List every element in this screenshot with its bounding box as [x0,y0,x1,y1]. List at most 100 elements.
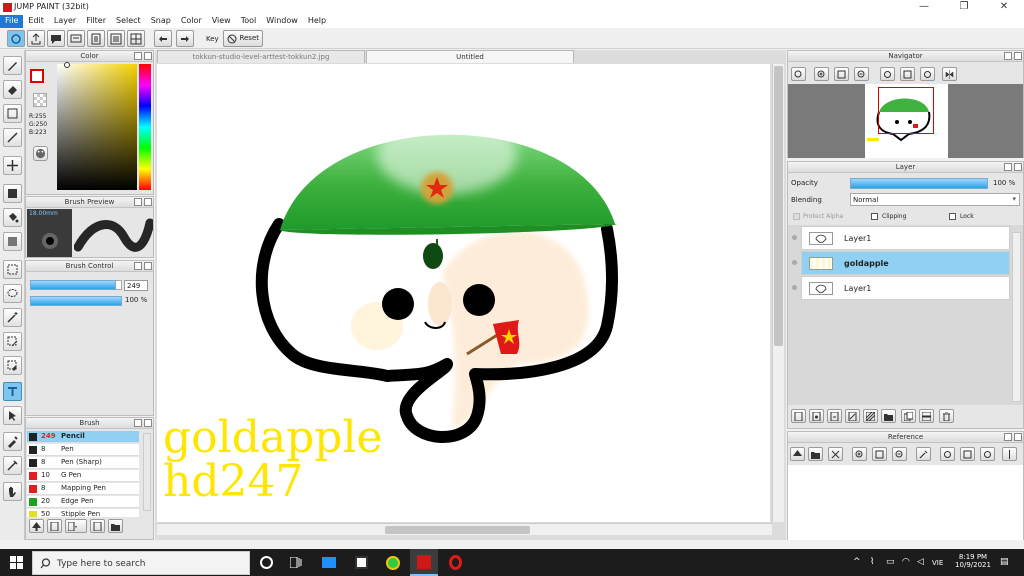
panel-close-button[interactable] [144,419,152,427]
line-tool[interactable] [3,128,22,147]
merge-layer-button[interactable] [919,409,934,423]
color-saturation-field[interactable] [57,64,137,190]
eyedropper-tool[interactable] [3,432,22,451]
tone-layer-button[interactable] [863,409,878,423]
reference-view[interactable] [788,465,1023,540]
task-view-icon[interactable] [289,556,302,569]
zoom-in-button[interactable] [814,67,829,81]
brush-item-g-pen[interactable]: 10 G Pen [27,470,139,482]
layer-visibility-toggle[interactable] [789,251,800,275]
operation-tool[interactable] [3,406,22,425]
text-tool[interactable] [3,382,22,401]
panel-float-button[interactable] [134,198,142,206]
taskbar-search-box[interactable]: Type here to search [32,551,250,575]
move-tool[interactable] [3,156,22,175]
reset-button[interactable]: Reset [223,30,263,47]
foreground-color-swatch[interactable] [30,69,44,83]
mail-app-icon[interactable] [322,557,336,568]
new-1bit-layer-button[interactable] [845,409,860,423]
layer-folder-button[interactable] [881,409,896,423]
share-button[interactable] [27,30,45,47]
message-button[interactable] [67,30,85,47]
brush-item-edge-pen[interactable]: 20 Edge Pen [27,496,139,508]
bucket-tool[interactable] [3,208,22,227]
new-layer-button[interactable] [791,409,806,423]
panel-close-button[interactable] [1014,433,1022,441]
ref-eyedropper-button[interactable] [916,447,931,461]
rotate-left-button[interactable] [880,67,895,81]
brush-tool[interactable] [3,56,22,75]
panel-close-button[interactable] [144,198,152,206]
tray-folder-icon[interactable]: ▭ [886,557,895,567]
nav-zoom-button[interactable] [791,67,806,81]
protect-alpha-checkbox[interactable] [793,213,800,220]
blending-select[interactable]: Normal ▾ [850,193,1020,206]
tray-wifi-icon[interactable]: ◠ [902,557,910,567]
redo-button[interactable] [176,30,194,47]
duplicate-layer-button[interactable] [901,409,916,423]
layer-row[interactable]: Layer1 [801,226,1010,250]
menu-select[interactable]: Select [111,15,146,28]
menu-window[interactable]: Window [261,15,303,28]
tray-language[interactable]: VIE [932,559,943,567]
tray-clock[interactable]: 8:19 PM 10/9/2021 [955,553,991,569]
ref-reset-rotation-button[interactable] [960,447,975,461]
close-button[interactable]: ✕ [984,0,1024,15]
brush-item-stipple-pen[interactable]: 50 Stipple Pen [27,509,139,517]
menu-tool[interactable]: Tool [236,15,262,28]
transparent-swatch[interactable] [33,93,47,107]
notification-icon[interactable]: ▤ [1000,557,1009,567]
page-button[interactable] [87,30,105,47]
chrome-app-icon[interactable] [386,556,400,570]
ref-fit-button[interactable] [872,447,887,461]
add-brush-button[interactable] [29,519,44,533]
brush-item-mapping-pen[interactable]: 8 Mapping Pen [27,483,139,495]
menu-help[interactable]: Help [303,15,331,28]
brush-item-pencil[interactable]: 249 Pencil [27,431,139,443]
brush-size-slider[interactable] [30,280,116,290]
clipping-checkbox[interactable] [871,213,878,220]
new-raster-layer-button[interactable] [809,409,824,423]
panel-close-button[interactable] [144,52,152,60]
new-brush-button[interactable] [47,519,62,533]
panel-close-button[interactable] [1014,163,1022,171]
layer-row-selected[interactable]: goldapple [801,251,1010,275]
ref-rotate-right-button[interactable] [980,447,995,461]
ref-open-button[interactable] [808,447,823,461]
canvas-horizontal-scrollbar[interactable] [157,523,772,535]
brush-size-input[interactable]: 249 [124,280,148,291]
zoom-out-button[interactable] [854,67,869,81]
ref-rotate-left-button[interactable] [940,447,955,461]
panel-float-button[interactable] [1004,52,1012,60]
navigator-viewport-frame[interactable] [878,87,934,134]
flip-button[interactable] [942,67,957,81]
panel-float-button[interactable] [134,419,142,427]
layer-list-scrollbar[interactable] [1012,232,1021,402]
menu-snap[interactable]: Snap [146,15,176,28]
delete-layer-button[interactable] [939,409,954,423]
new-8bit-layer-button[interactable] [827,409,842,423]
reset-rotation-button[interactable] [900,67,915,81]
list-button[interactable] [107,30,125,47]
menu-color[interactable]: Color [176,15,207,28]
minimize-button[interactable]: — [904,0,944,15]
canvas-vertical-scrollbar[interactable] [772,64,784,522]
fit-button[interactable] [834,67,849,81]
hue-slider[interactable] [139,64,151,190]
brush-options-dropdown[interactable] [65,519,87,533]
panel-float-button[interactable] [134,52,142,60]
color-picker-cursor[interactable] [64,62,70,68]
sync-button[interactable] [7,30,25,47]
drawing-canvas[interactable]: goldapple hd247 [157,64,770,522]
grid-button[interactable] [127,30,145,47]
hand-tool[interactable] [3,482,22,501]
lasso-tool[interactable] [3,284,22,303]
ref-flip-button[interactable] [1002,447,1017,461]
menu-filter[interactable]: Filter [81,15,111,28]
brush-list-scrollbar[interactable] [143,433,151,511]
dropper-tool[interactable] [3,456,22,475]
comment-button[interactable] [47,30,65,47]
tab-tokkun-image[interactable]: tokkun-studio-level-arttest-tokkun2.jpg [157,50,365,63]
start-button[interactable] [10,556,23,569]
panel-close-button[interactable] [144,262,152,270]
